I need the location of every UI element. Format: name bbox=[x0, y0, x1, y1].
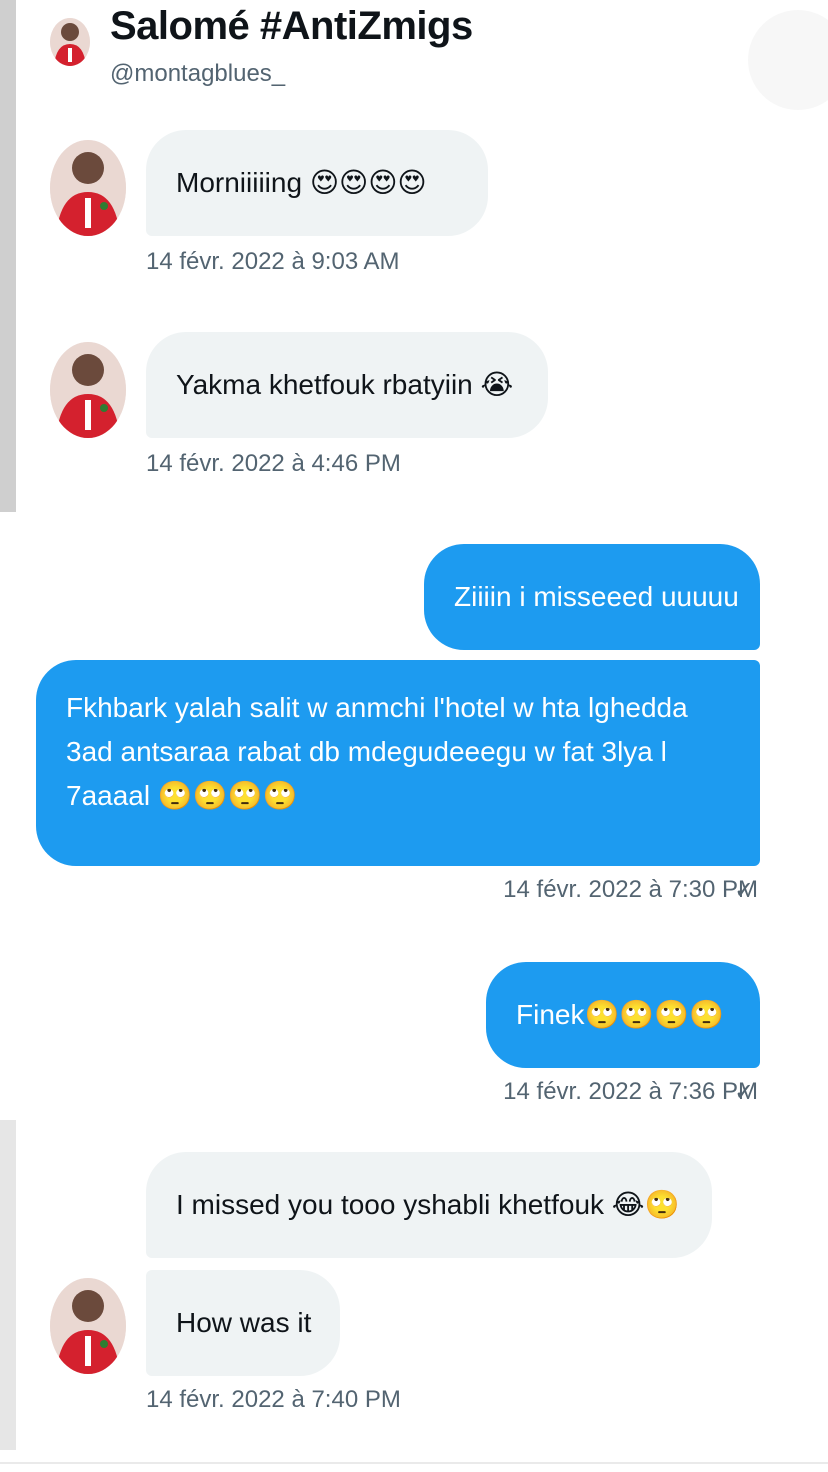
left-scroll-strip-lower bbox=[0, 1120, 16, 1450]
message-bubble-outgoing[interactable]: Fkhbark yalah salit w anmchi l'hotel w h… bbox=[36, 660, 760, 866]
sender-avatar[interactable] bbox=[50, 140, 126, 236]
sent-check-icon: ✓ bbox=[734, 877, 755, 904]
divider bbox=[0, 1462, 828, 1464]
header-avatar[interactable] bbox=[50, 18, 90, 66]
left-scroll-strip bbox=[0, 0, 16, 512]
message-bubble-incoming[interactable]: Morniiiiing 😍😍😍😍 bbox=[146, 130, 488, 236]
sender-avatar[interactable] bbox=[50, 342, 126, 438]
info-button[interactable] bbox=[748, 10, 828, 110]
contact-handle: @montagblues_ bbox=[110, 60, 286, 87]
message-bubble-outgoing[interactable]: Ziiiin i misseeed uuuuu bbox=[424, 544, 760, 650]
message-timestamp: 14 févr. 2022 à 9:03 AM bbox=[146, 248, 400, 275]
message-timestamp: 14 févr. 2022 à 7:36 PM bbox=[503, 1078, 758, 1105]
message-bubble-incoming[interactable]: I missed you tooo yshabli khetfouk 😂🙄 bbox=[146, 1152, 712, 1258]
message-timestamp: 14 févr. 2022 à 7:40 PM bbox=[146, 1386, 401, 1413]
message-bubble-incoming[interactable]: How was it bbox=[146, 1270, 340, 1376]
message-timestamp: 14 févr. 2022 à 7:30 PM bbox=[503, 876, 758, 903]
sent-check-icon: ✓ bbox=[734, 1079, 755, 1106]
sender-avatar[interactable] bbox=[50, 1278, 126, 1374]
contact-name: Salomé #AntiZmigs bbox=[110, 4, 473, 48]
message-bubble-outgoing[interactable]: Finek🙄🙄🙄🙄 bbox=[486, 962, 760, 1068]
message-bubble-incoming[interactable]: Yakma khetfouk rbatyiin 😭 bbox=[146, 332, 548, 438]
message-timestamp: 14 févr. 2022 à 4:46 PM bbox=[146, 450, 401, 477]
